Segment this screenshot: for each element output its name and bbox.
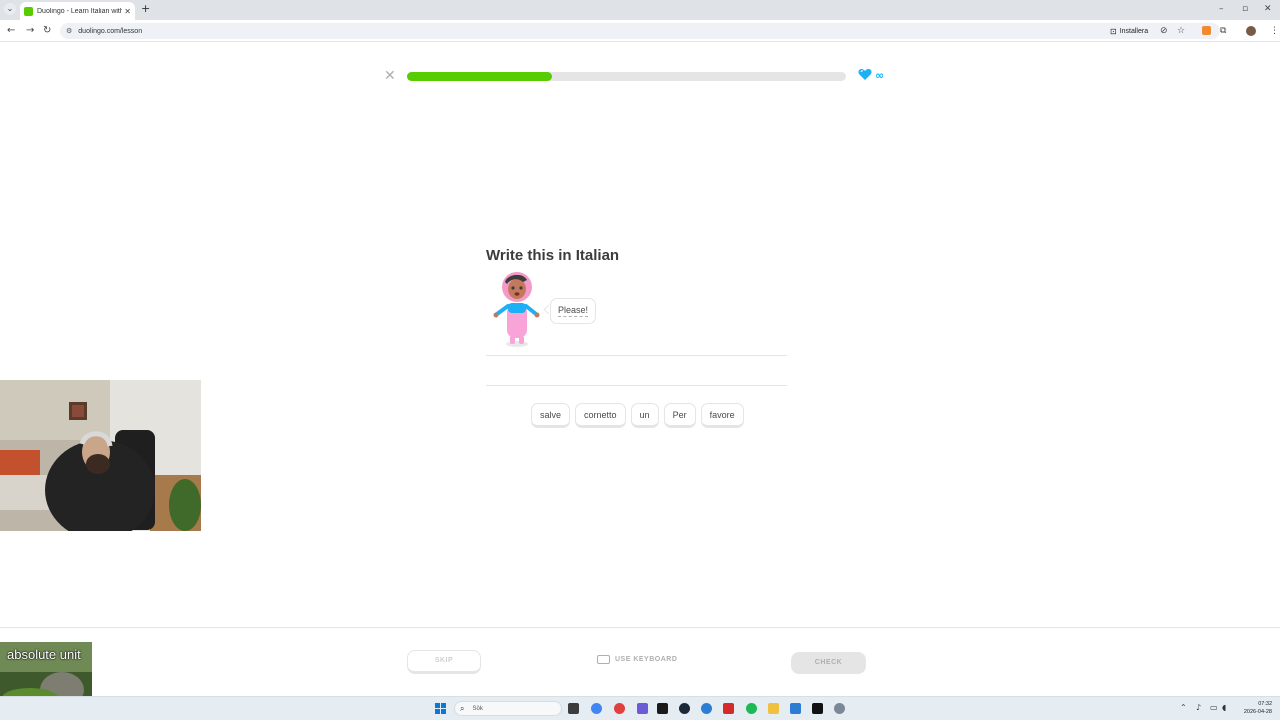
window-close-icon[interactable]: ✕ [1264, 3, 1272, 15]
display-icon[interactable]: ▭ [1210, 702, 1218, 714]
word-tile[interactable]: favore [700, 403, 744, 428]
footer-divider [0, 627, 1280, 628]
close-icon[interactable]: ✕ [384, 68, 396, 84]
speech-text: Please! [558, 305, 589, 317]
tab-title: Duolingo - Learn Italian with le [37, 7, 123, 15]
word-tile[interactable]: cornetto [575, 403, 626, 428]
browser-menu-icon[interactable]: ⋮ [1270, 25, 1279, 37]
taskbar-search-input[interactable]: ⌕ Sök [454, 701, 562, 716]
search-icon: ⌕ [460, 703, 465, 713]
chrome-icon[interactable] [591, 703, 602, 714]
clock-time: 07:32 [1258, 701, 1272, 707]
extensions-icon[interactable]: ⧉ [1220, 25, 1226, 37]
word-tile[interactable]: un [630, 403, 659, 428]
app-icon[interactable] [637, 703, 648, 714]
use-keyboard-label: USE KEYBOARD [615, 656, 678, 663]
reload-icon[interactable]: ↻ [43, 24, 51, 38]
browser-tab-duolingo[interactable]: Duolingo - Learn Italian with le ✕ [20, 2, 135, 20]
app-icon[interactable] [723, 703, 734, 714]
app-icon[interactable] [790, 703, 801, 714]
clock-date: 2026-04-28 [1243, 709, 1272, 715]
site-info-icon[interactable]: ⚙ [66, 27, 72, 35]
webcam-overlay [0, 380, 201, 531]
challenge-title: Write this in Italian [486, 247, 620, 264]
volume-icon[interactable]: ◖ [1222, 702, 1226, 714]
browser-tab-strip: ⌄ Duolingo - Learn Italian with le ✕ + –… [0, 0, 1280, 20]
taskbar-clock[interactable]: 07:32 2026-04-28 [1234, 700, 1272, 716]
webcam-image [0, 380, 201, 531]
keyboard-icon [597, 655, 610, 664]
tab-close-icon[interactable]: ✕ [124, 7, 131, 16]
back-icon[interactable]: ← [7, 24, 15, 38]
extension-icon[interactable] [1202, 26, 1211, 35]
profile-avatar[interactable] [1246, 26, 1256, 36]
maximize-icon[interactable]: ▫ [1242, 3, 1248, 15]
minimize-icon[interactable]: – [1219, 3, 1224, 15]
tray-chevron-icon[interactable]: ⌃ [1180, 702, 1187, 714]
tab-search-icon[interactable]: ⌄ [4, 3, 16, 15]
app-icon[interactable] [701, 703, 712, 714]
use-keyboard-button[interactable]: USE KEYBOARD [597, 655, 677, 664]
install-app-button[interactable]: ⊡ Installera [1110, 24, 1148, 38]
forward-icon[interactable]: → [26, 24, 34, 38]
heart-icon [858, 69, 872, 80]
microphone-icon[interactable]: ♪ [1196, 702, 1201, 714]
taskbar: ⌕ Sök ⌃ ♪ ▭ ◖ 07:32 2026-04-28 [0, 696, 1280, 720]
speech-bubble[interactable]: Please! [550, 298, 597, 324]
windows-start-icon[interactable] [435, 703, 446, 714]
address-bar-row: ← → ↻ ⚙ duolingo.com/lesson ⊡ Installera… [0, 20, 1280, 42]
lesson-progress-fill [407, 72, 552, 81]
word-bank: salve cornetto un Per favore [531, 403, 744, 428]
check-button[interactable]: CHECK [791, 652, 866, 674]
steam-icon[interactable] [679, 703, 690, 714]
install-icon: ⊡ [1110, 26, 1117, 36]
word-tile[interactable]: salve [531, 403, 571, 428]
url-field[interactable]: ⚙ duolingo.com/lesson [60, 23, 1220, 39]
alert-label: absolute unit [7, 647, 81, 662]
new-tab-button[interactable]: + [141, 3, 150, 15]
bookmark-star-icon[interactable]: ☆ [1177, 25, 1185, 37]
hearts-count: ∞ [875, 69, 885, 82]
character-illustration [493, 272, 540, 347]
taskbar-search-placeholder: Sök [472, 705, 483, 712]
duolingo-favicon-icon [24, 6, 33, 16]
settings-icon[interactable] [834, 703, 845, 714]
url-text: duolingo.com/lesson [78, 27, 143, 35]
hide-eye-icon[interactable]: ⊘ [1160, 25, 1168, 37]
lesson-progress-bar [407, 72, 846, 81]
file-explorer-icon[interactable] [768, 703, 779, 714]
skip-button[interactable]: SKIP [407, 650, 481, 674]
install-label: Installera [1119, 27, 1149, 35]
app-icon[interactable] [614, 703, 625, 714]
answer-line-1 [486, 355, 787, 356]
task-view-icon[interactable] [568, 703, 579, 714]
answer-line-2 [486, 385, 787, 386]
spotify-icon[interactable] [746, 703, 757, 714]
word-tile[interactable]: Per [663, 403, 696, 428]
app-icon[interactable] [657, 703, 668, 714]
app-icon[interactable] [812, 703, 823, 714]
